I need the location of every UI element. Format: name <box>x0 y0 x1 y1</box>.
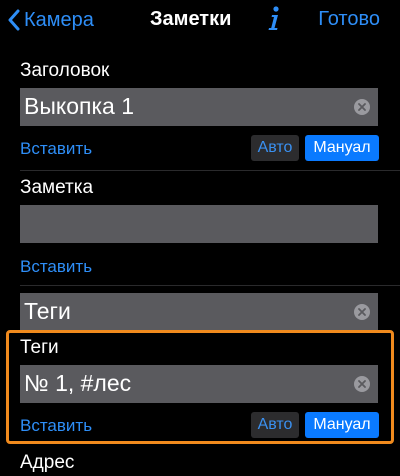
note-insert-link[interactable]: Вставить <box>20 257 92 277</box>
title-auto-button[interactable]: Авто <box>251 135 299 161</box>
back-button[interactable]: Камера <box>8 6 94 34</box>
back-button-label: Камера <box>24 8 94 31</box>
page-title: Заметки <box>150 8 232 30</box>
tags-manual-button[interactable]: Мануал <box>305 412 379 438</box>
clear-title-icon[interactable] <box>354 99 370 115</box>
note-section-label: Заметка <box>20 177 94 198</box>
tags-field-value: № 1, #лес <box>24 370 132 396</box>
tags-insert-link[interactable]: Вставить <box>20 416 92 436</box>
title-section-label: Заголовок <box>20 60 110 81</box>
done-button[interactable]: Готово <box>318 8 380 31</box>
chevron-left-icon <box>8 9 20 31</box>
tags-field[interactable]: № 1, #лес <box>20 365 378 403</box>
info-icon[interactable] <box>266 4 282 32</box>
clear-tags-input-icon[interactable] <box>354 304 370 320</box>
note-field[interactable] <box>20 205 378 243</box>
title-insert-link[interactable]: Вставить <box>20 139 92 159</box>
title-field-value: Выкопка 1 <box>24 93 134 119</box>
tags-section-label: Теги <box>20 337 59 358</box>
title-field[interactable]: Выкопка 1 <box>20 88 378 126</box>
address-section-label: Адрес <box>20 452 75 473</box>
clear-tags-icon[interactable] <box>354 376 370 392</box>
tags-input-field[interactable]: Теги <box>20 293 378 331</box>
tags-auto-button[interactable]: Авто <box>251 412 299 438</box>
divider <box>20 170 400 171</box>
tags-input-value: Теги <box>24 298 71 324</box>
divider <box>20 285 400 286</box>
title-manual-button[interactable]: Мануал <box>305 135 379 161</box>
navigation-bar: Камера Заметки Готово <box>0 0 400 40</box>
